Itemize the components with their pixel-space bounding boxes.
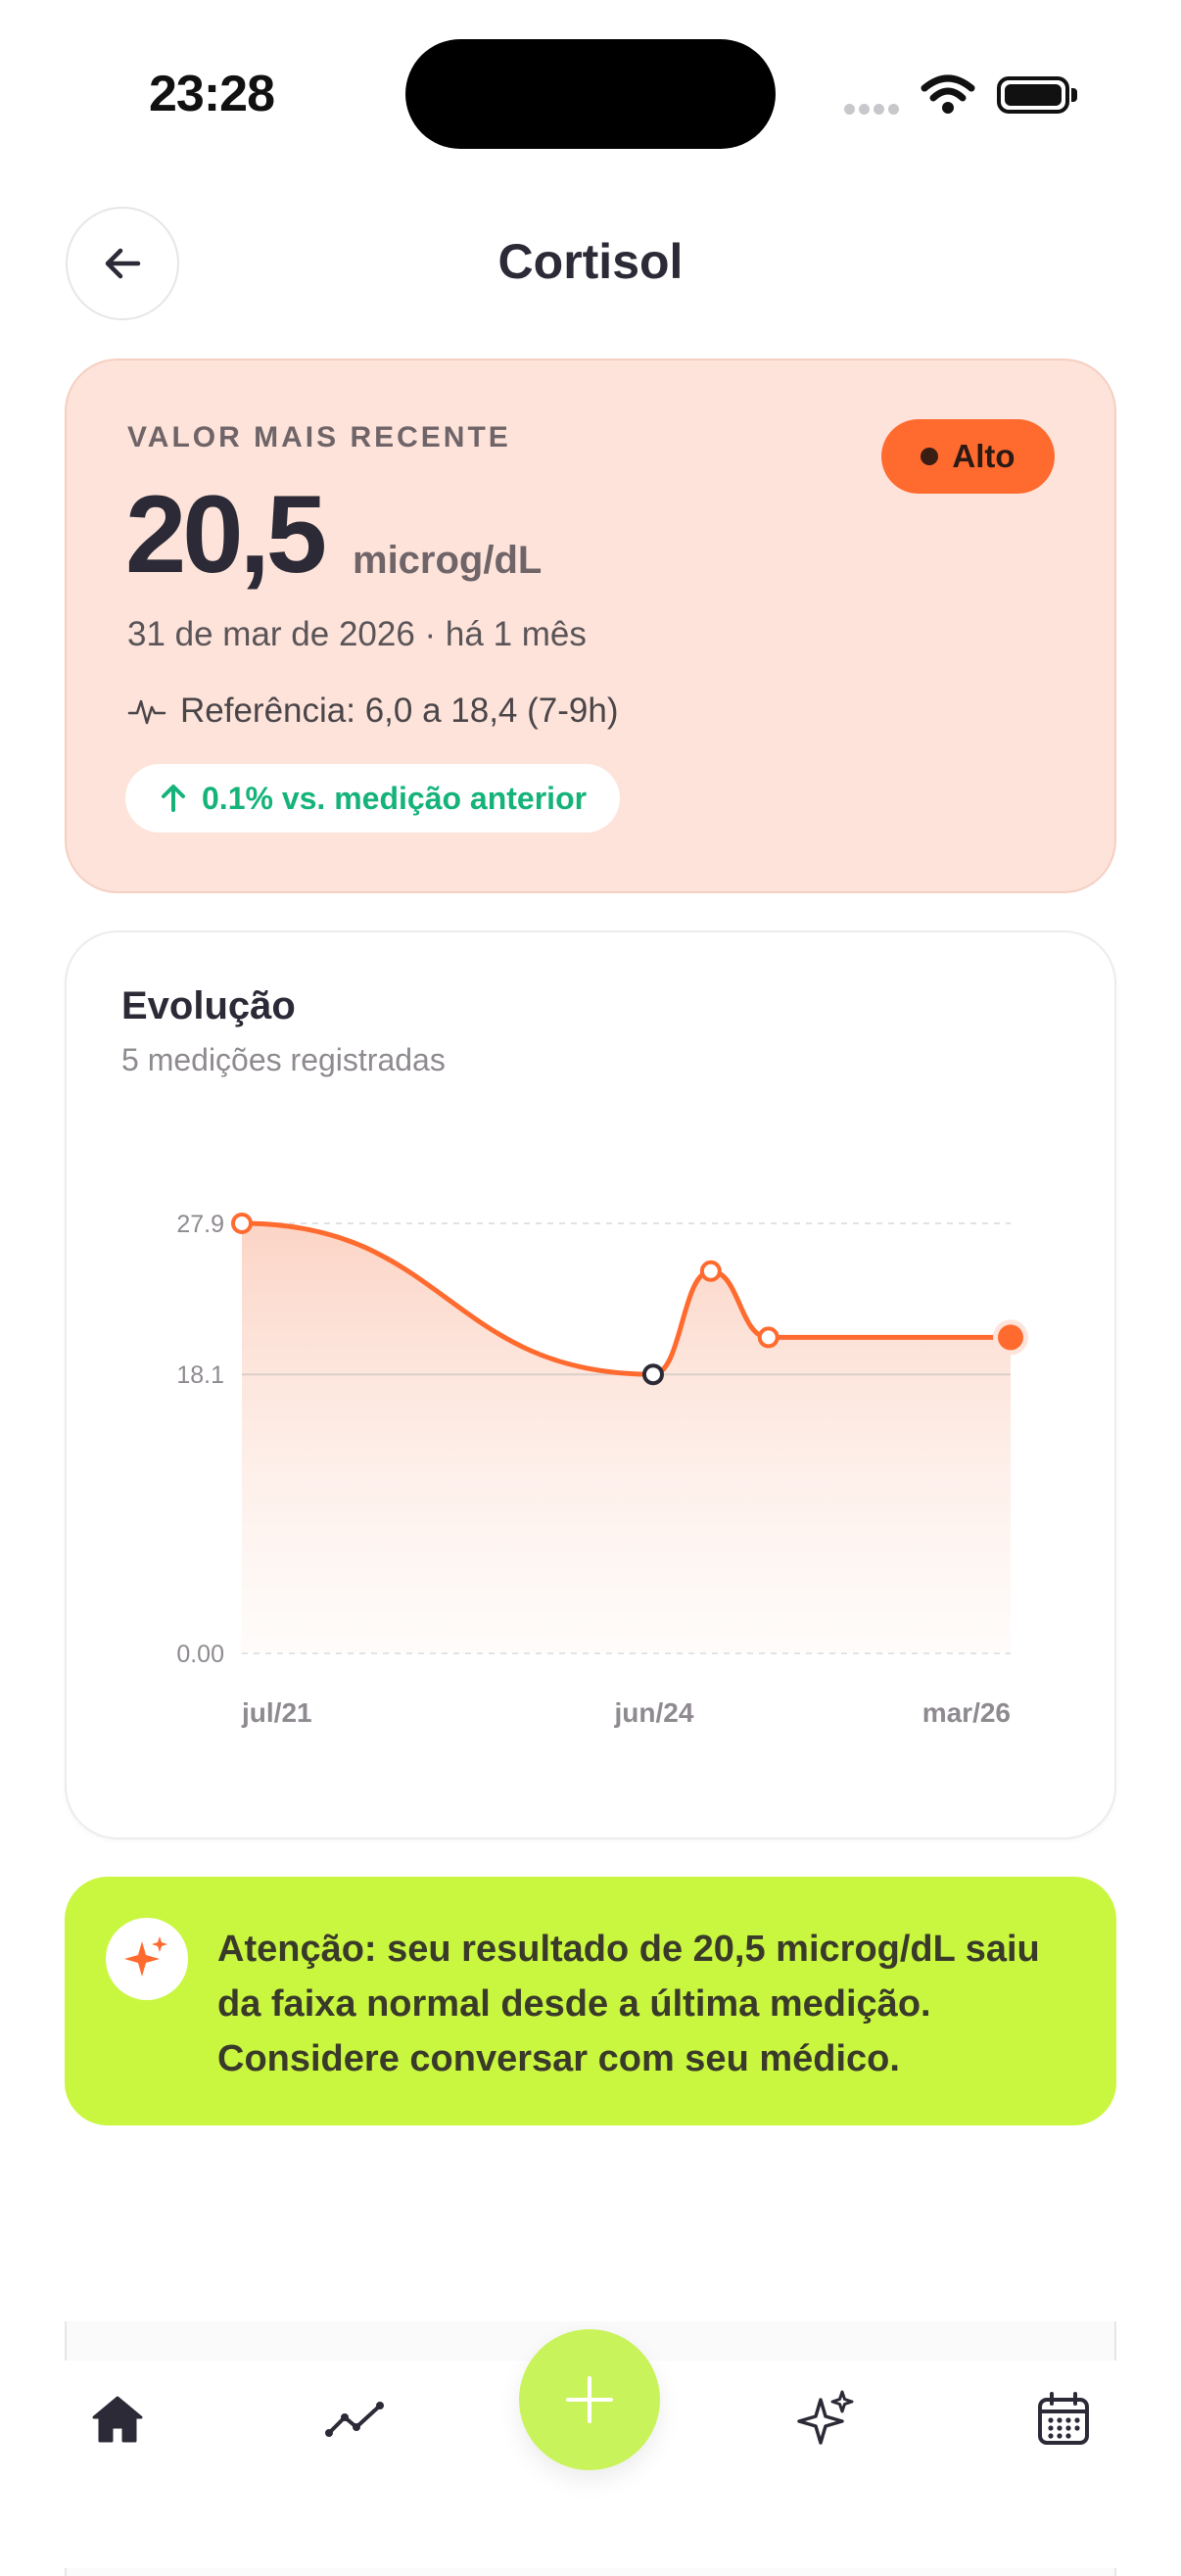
- data-point: [231, 1213, 253, 1234]
- trends-icon: [325, 2402, 384, 2437]
- tab-trends[interactable]: [315, 2380, 394, 2458]
- y-tick-label: 27.9: [176, 1211, 224, 1238]
- calendar-icon: [1038, 2392, 1089, 2445]
- add-button[interactable]: [519, 2329, 660, 2470]
- home-icon: [92, 2396, 143, 2443]
- add-icon: [566, 2376, 613, 2423]
- alert-icon-badge: [106, 1918, 188, 2000]
- data-point-latest: [998, 1324, 1023, 1351]
- x-tick-label: jun/24: [614, 1697, 694, 1728]
- ai-sparkles-icon: [797, 2390, 854, 2445]
- chart-area: [242, 1223, 1011, 1653]
- data-point: [699, 1260, 722, 1282]
- data-point: [641, 1363, 664, 1386]
- tab-home[interactable]: [78, 2380, 157, 2458]
- evolution-chart: 27.9 18.1 0.00 jul/21 jun/24 mar/26: [176, 1211, 1028, 1728]
- y-tick-label: 18.1: [176, 1361, 224, 1389]
- x-tick-label: mar/26: [922, 1697, 1011, 1728]
- alert-text: Atenção: seu resultado de 20,5 microg/dL…: [217, 1929, 1040, 2079]
- tab-calendar[interactable]: [1024, 2380, 1103, 2458]
- data-point: [757, 1326, 779, 1349]
- y-tick-label: 0.00: [176, 1641, 224, 1668]
- sparkle-icon: [124, 1936, 167, 1977]
- tab-ai[interactable]: [787, 2380, 866, 2458]
- x-tick-label: jul/21: [241, 1697, 312, 1728]
